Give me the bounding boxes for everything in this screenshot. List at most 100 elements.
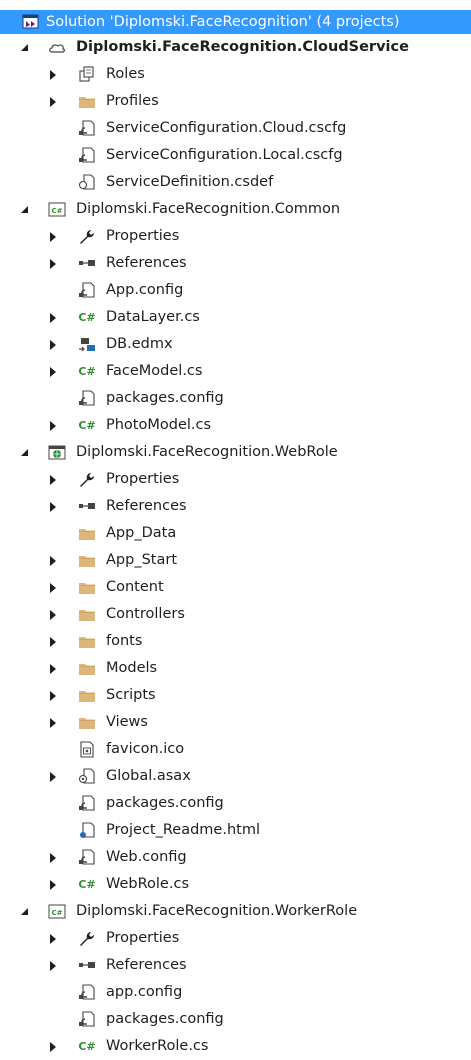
tree-item[interactable]: Properties [0,223,471,250]
project-node[interactable]: Diplomski.FaceRecognition.WebRole [0,439,471,466]
tree-item-label: Scripts [106,687,156,703]
tree-item[interactable]: C# WorkerRole.cs [0,1033,471,1060]
solution-explorer-tree: Solution 'Diplomski.FaceRecognition' (4 … [0,10,471,1060]
tree-item[interactable]: References [0,952,471,979]
tree-item[interactable]: Web.config [0,844,471,871]
collapsed-arrow-icon[interactable] [46,304,60,331]
collapsed-arrow-icon[interactable] [46,574,60,601]
tree-item[interactable]: C# FaceModel.cs [0,358,471,385]
cloud-service-icon [48,39,66,56]
csharp-file-icon: C# [78,878,96,891]
collapsed-arrow-icon[interactable] [46,655,60,682]
service-definition-icon [78,174,96,191]
collapsed-arrow-icon[interactable] [46,709,60,736]
collapsed-arrow-icon[interactable] [46,61,60,88]
collapsed-arrow-icon[interactable] [46,682,60,709]
tree-item[interactable]: fonts [0,628,471,655]
collapsed-arrow-icon[interactable] [46,358,60,385]
tree-item[interactable]: References [0,250,471,277]
tree-item[interactable]: ServiceConfiguration.Cloud.cscfg [0,115,471,142]
config-file-icon [78,984,96,1001]
tree-item-label: ServiceConfiguration.Local.cscfg [106,147,343,163]
tree-item[interactable]: packages.config [0,1006,471,1033]
csharp-project-icon: C# [48,201,66,218]
project-node[interactable]: C# Diplomski.FaceRecognition.WorkerRole [0,898,471,925]
project-label: Diplomski.FaceRecognition.Common [76,201,341,217]
tree-item[interactable]: Scripts [0,682,471,709]
collapsed-arrow-icon[interactable] [46,547,60,574]
tree-item[interactable]: DB.edmx [0,331,471,358]
tree-item[interactable]: Profiles [0,88,471,115]
roles-icon [78,66,96,83]
tree-item[interactable]: App_Start [0,547,471,574]
project-node[interactable]: C# Diplomski.FaceRecognition.Common [0,196,471,223]
tree-item-label: Profiles [106,93,159,109]
collapsed-arrow-icon[interactable] [46,871,60,898]
tree-item-label: Properties [106,471,180,487]
tree-item[interactable]: favicon.ico [0,736,471,763]
solution-icon [22,13,40,30]
collapsed-arrow-icon[interactable] [46,763,60,790]
folder-icon [78,579,96,596]
tree-item-label: Content [106,579,164,595]
collapsed-arrow-icon[interactable] [46,1033,60,1060]
project-node[interactable]: Diplomski.FaceRecognition.CloudService [0,34,471,61]
collapsed-arrow-icon[interactable] [46,628,60,655]
tree-item[interactable]: Properties [0,466,471,493]
csharp-file-icon: C# [78,1040,96,1053]
collapsed-arrow-icon[interactable] [46,844,60,871]
collapsed-arrow-icon[interactable] [46,331,60,358]
html-file-icon [78,822,96,839]
tree-item-label: References [106,255,187,271]
tree-item[interactable]: Content [0,574,471,601]
tree-item-label: PhotoModel.cs [106,417,212,433]
tree-item[interactable]: packages.config [0,790,471,817]
tree-item-label: Properties [106,930,180,946]
collapsed-arrow-icon[interactable] [46,952,60,979]
tree-item-label: Views [106,714,148,730]
tree-item[interactable]: packages.config [0,385,471,412]
expanded-arrow-icon[interactable] [17,196,31,223]
tree-item[interactable]: C# PhotoModel.cs [0,412,471,439]
tree-item[interactable]: App.config [0,277,471,304]
tree-item[interactable]: Global.asax [0,763,471,790]
tree-item-label: References [106,957,187,973]
config-file-icon [78,849,96,866]
tree-item-label: Roles [106,66,145,82]
expanded-arrow-icon[interactable] [17,898,31,925]
csharp-project-icon: C# [48,903,66,920]
references-icon [78,957,96,974]
solution-node[interactable]: Solution 'Diplomski.FaceRecognition' (4 … [0,10,471,34]
tree-item[interactable]: Models [0,655,471,682]
expanded-arrow-icon[interactable] [17,439,31,466]
collapsed-arrow-icon[interactable] [46,223,60,250]
folder-icon [78,714,96,731]
tree-item[interactable]: Controllers [0,601,471,628]
tree-item[interactable]: C# WebRole.cs [0,871,471,898]
collapsed-arrow-icon[interactable] [46,88,60,115]
tree-item[interactable]: Project_Readme.html [0,817,471,844]
tree-item[interactable]: Views [0,709,471,736]
folder-icon [78,660,96,677]
tree-item[interactable]: References [0,493,471,520]
config-file-icon [78,1011,96,1028]
collapsed-arrow-icon[interactable] [46,925,60,952]
tree-item-label: DataLayer.cs [106,309,200,325]
tree-item-label: App.config [106,282,184,298]
collapsed-arrow-icon[interactable] [46,493,60,520]
tree-item[interactable]: Properties [0,925,471,952]
collapsed-arrow-icon[interactable] [46,466,60,493]
collapsed-arrow-icon[interactable] [46,601,60,628]
tree-item[interactable]: ServiceDefinition.csdef [0,169,471,196]
tree-item[interactable]: App_Data [0,520,471,547]
svg-text:C#: C# [51,207,62,215]
tree-item[interactable]: ServiceConfiguration.Local.cscfg [0,142,471,169]
collapsed-arrow-icon[interactable] [46,250,60,277]
web-project-icon [48,444,66,461]
collapsed-arrow-icon[interactable] [46,412,60,439]
tree-item-label: Project_Readme.html [106,822,260,838]
tree-item[interactable]: C# DataLayer.cs [0,304,471,331]
tree-item[interactable]: app.config [0,979,471,1006]
tree-item[interactable]: Roles [0,61,471,88]
expanded-arrow-icon[interactable] [17,34,31,61]
